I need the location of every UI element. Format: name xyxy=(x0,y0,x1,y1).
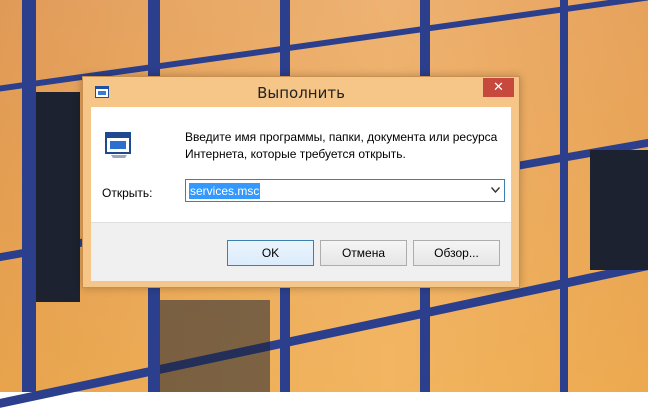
title-bar[interactable]: Выполнить ✕ xyxy=(83,77,519,107)
dark-window-pane xyxy=(590,150,648,270)
dialog-client-area: Введите имя программы, папки, документа … xyxy=(91,107,511,281)
ok-button[interactable]: OK xyxy=(227,240,314,266)
dark-window-pane xyxy=(160,300,270,392)
cancel-button[interactable]: Отмена xyxy=(320,240,407,266)
dark-window-pane xyxy=(36,92,80,302)
run-icon xyxy=(103,131,133,159)
dialog-title: Выполнить xyxy=(257,84,345,102)
open-label: Открыть: xyxy=(102,186,153,200)
instruction-text: Введите имя программы, папки, документа … xyxy=(185,130,498,161)
open-input-value[interactable]: services.msc xyxy=(189,183,261,199)
close-icon: ✕ xyxy=(493,80,504,95)
chevron-down-icon[interactable] xyxy=(490,185,501,196)
window-frame-mullion xyxy=(560,0,568,392)
open-combobox[interactable]: services.msc xyxy=(185,179,505,202)
window-frame-mullion xyxy=(22,0,36,392)
close-button[interactable]: ✕ xyxy=(483,78,514,97)
run-dialog: Выполнить ✕ Введите имя программы, папки… xyxy=(82,76,520,288)
browse-button[interactable]: Обзор... xyxy=(413,240,500,266)
